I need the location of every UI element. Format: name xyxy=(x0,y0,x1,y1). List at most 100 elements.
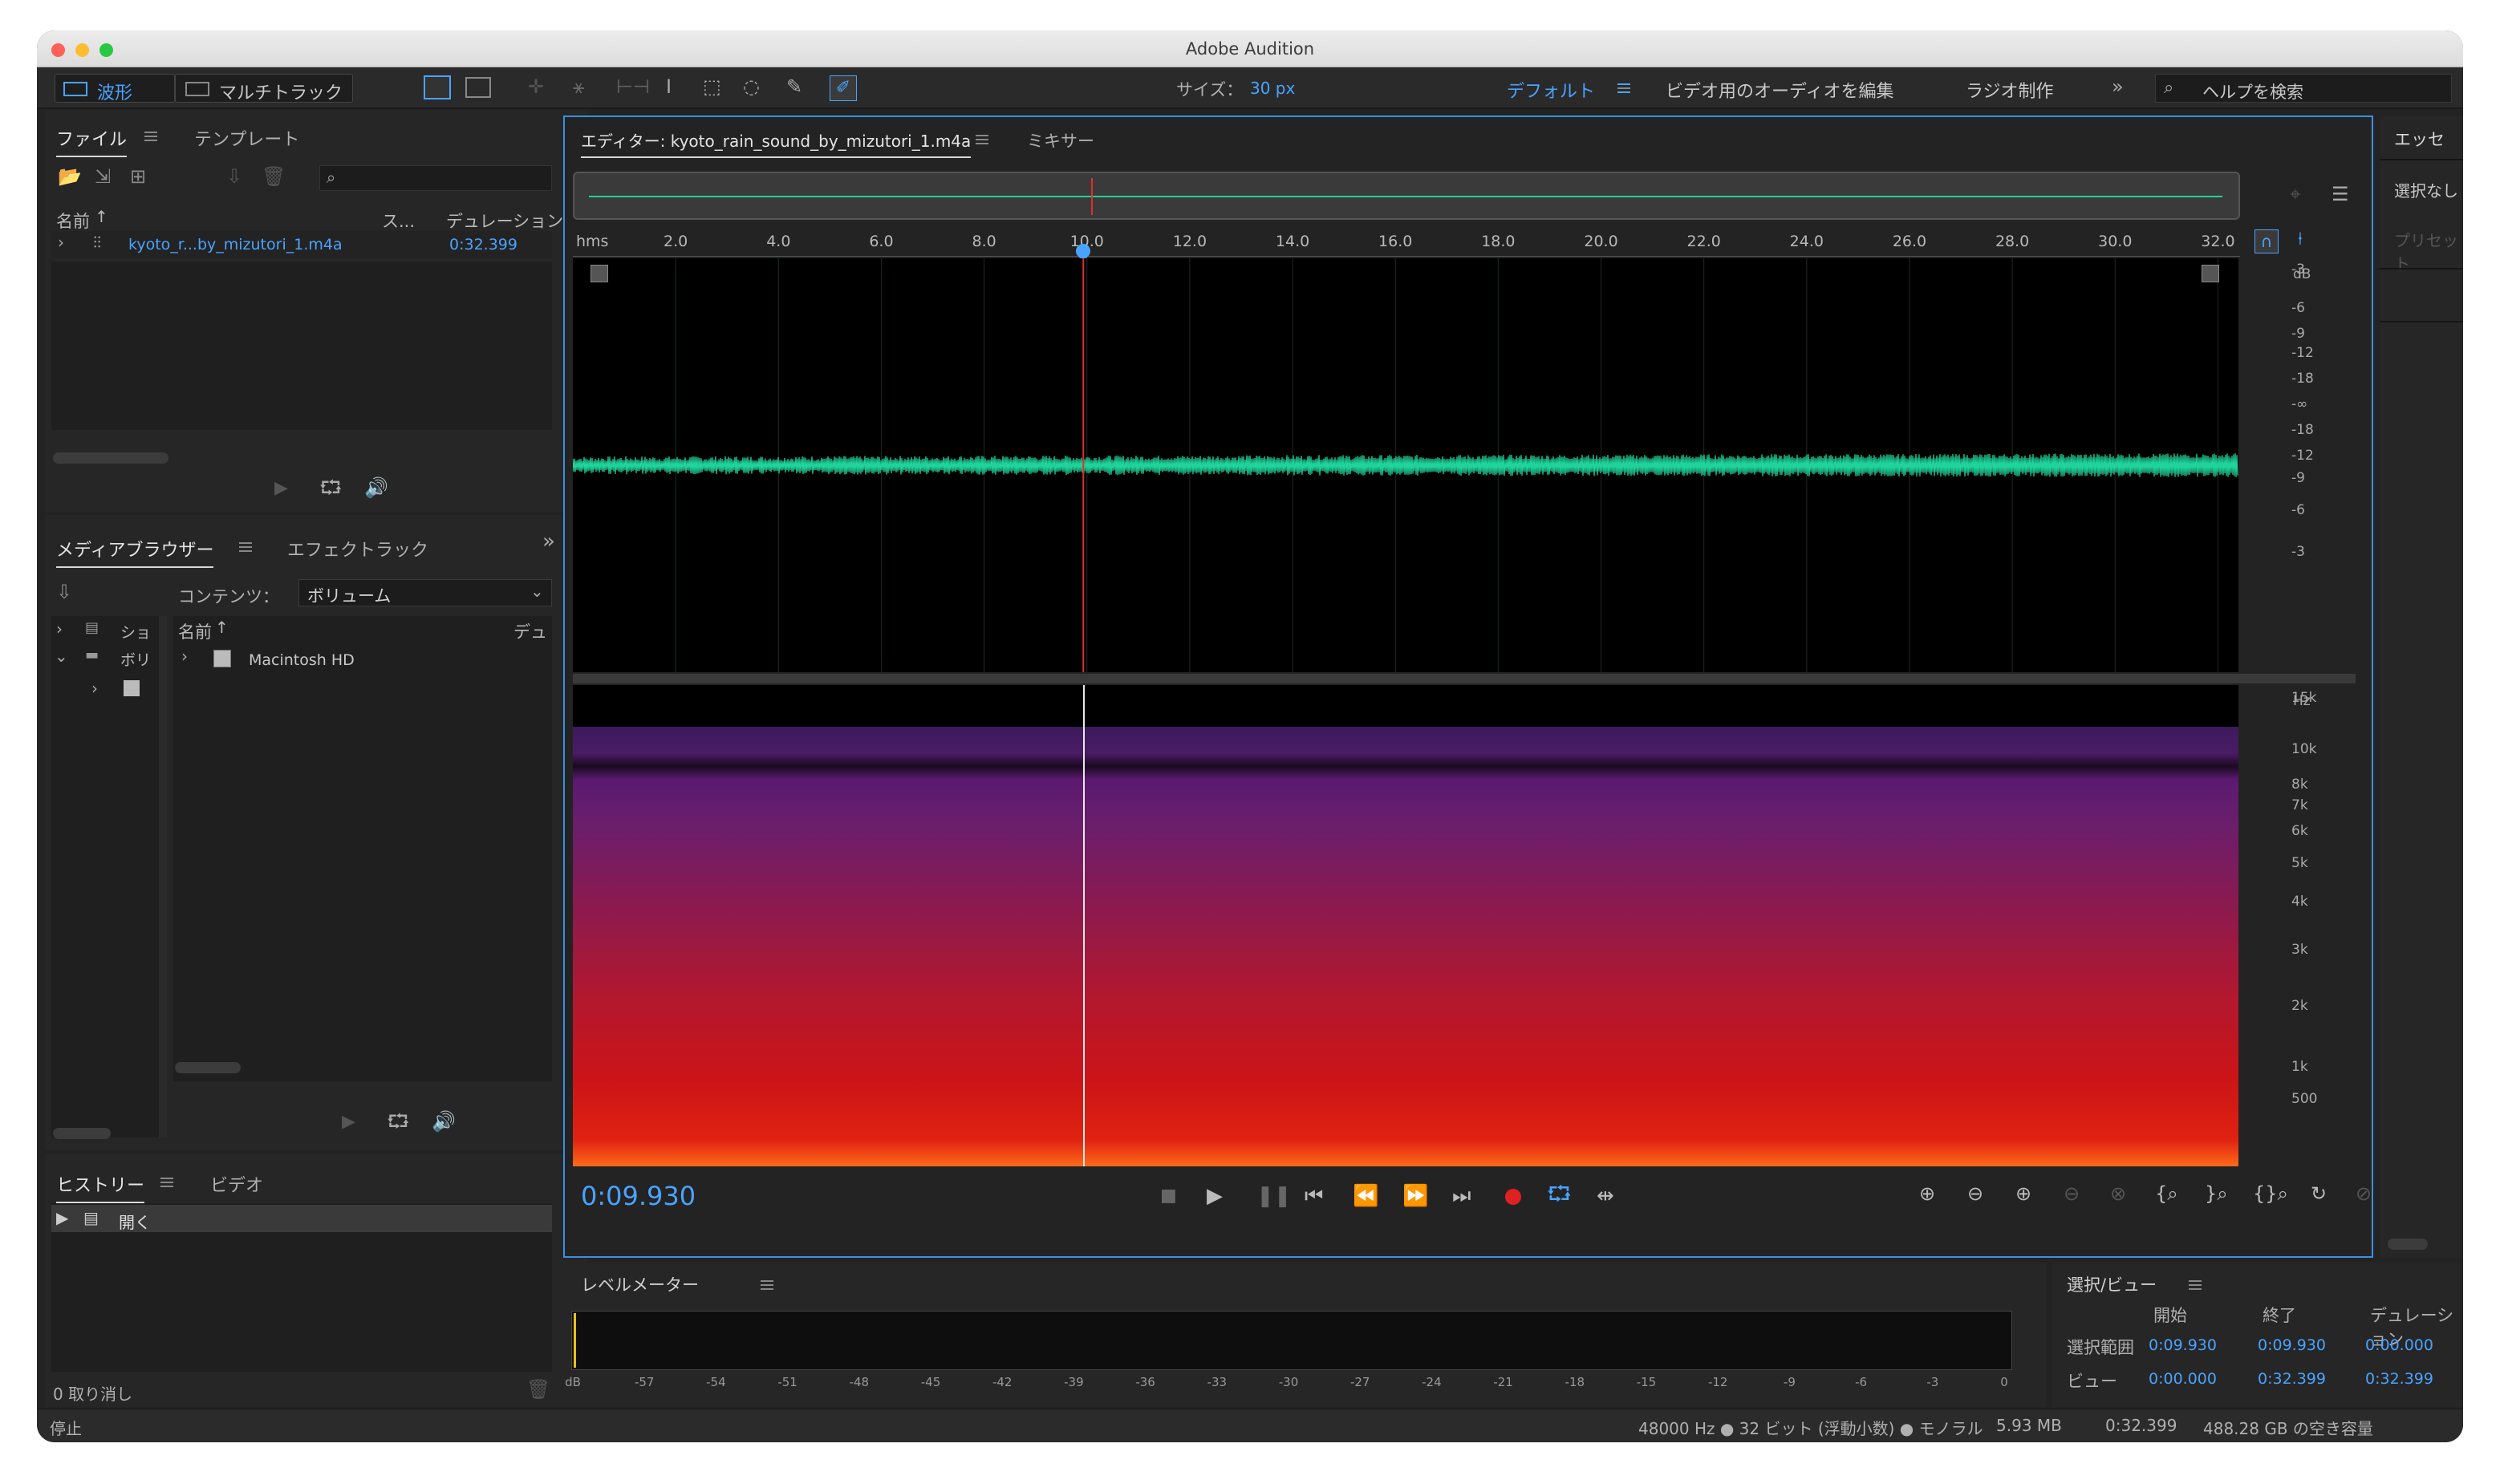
pause-icon[interactable]: ❚❚ xyxy=(1256,1186,1292,1206)
media-loop-icon[interactable]: ⮔ xyxy=(387,1112,409,1131)
preview-loop-icon[interactable]: ⮔ xyxy=(319,478,342,497)
fast-forward-icon[interactable]: ⏩ xyxy=(1402,1186,1428,1206)
insert-icon[interactable]: ⇩ xyxy=(226,167,242,186)
tab-templates[interactable]: テンプレート xyxy=(194,125,299,151)
history-menu-icon[interactable] xyxy=(160,1178,173,1187)
current-time-display[interactable]: 0:09.930 xyxy=(581,1181,696,1211)
files-hscrollbar[interactable] xyxy=(53,452,168,464)
editor-list-icon[interactable]: ☰ xyxy=(2332,184,2349,204)
delete-file-icon[interactable]: 🗑 xyxy=(262,167,286,186)
tree-expand-icon[interactable]: › xyxy=(56,619,63,639)
tab-mixer[interactable]: ミキサー xyxy=(1027,128,1094,152)
media-list-row[interactable]: › Macintosh HD xyxy=(173,645,552,674)
workspace-menu-icon[interactable] xyxy=(1617,83,1630,93)
new-file-icon[interactable]: ⊞ xyxy=(130,167,146,186)
open-file-icon[interactable]: 📂 xyxy=(58,167,82,186)
tab-video[interactable]: ビデオ xyxy=(210,1171,263,1197)
brush-tool-icon[interactable]: ✎ xyxy=(786,77,802,96)
go-to-end-icon[interactable]: ⏭ xyxy=(1452,1186,1471,1206)
preview-autoplay-icon[interactable]: 🔊 xyxy=(364,478,388,497)
selection-view-menu-icon[interactable] xyxy=(2189,1280,2202,1290)
media-row-expand-icon[interactable]: › xyxy=(181,647,188,666)
tab-effects-rack[interactable]: エフェクトラック xyxy=(287,536,428,562)
spectral-splitter[interactable] xyxy=(573,674,2356,683)
view-duration[interactable]: 0:32.399 xyxy=(2365,1370,2433,1388)
move-tool-icon[interactable]: ✛ xyxy=(528,77,544,96)
zoom-out-point-icon[interactable]: }⌕ xyxy=(2205,1184,2228,1203)
level-meter-menu-icon[interactable] xyxy=(761,1280,773,1290)
tree-sub-expand-icon[interactable]: › xyxy=(91,679,98,698)
more-panels-icon[interactable]: » xyxy=(542,529,555,553)
snap-magnet-button[interactable]: ∩ xyxy=(2254,229,2279,253)
history-delete-icon[interactable]: 🗑 xyxy=(526,1380,550,1399)
effects-title[interactable]: エッセ xyxy=(2394,127,2445,151)
multitrack-view-button[interactable]: マルチトラック xyxy=(175,74,353,103)
razor-tool-icon[interactable]: ⚹ xyxy=(573,77,584,96)
overview-navigator[interactable] xyxy=(573,172,2240,220)
waveform-display[interactable] xyxy=(573,258,2238,672)
more-workspaces-icon[interactable]: » xyxy=(2112,75,2124,98)
zoom-out-full-icon[interactable]: ⊖ xyxy=(2064,1184,2080,1203)
rewind-icon[interactable]: ⏪ xyxy=(1353,1186,1378,1206)
effects-scrollbar[interactable] xyxy=(2388,1239,2428,1250)
play-icon[interactable]: ▶ xyxy=(1207,1186,1223,1206)
marker-pin-button[interactable]: ⍿ xyxy=(2288,229,2312,253)
files-search-field[interactable]: ⌕ xyxy=(319,165,552,191)
media-autoplay-icon[interactable]: 🔊 xyxy=(432,1112,456,1131)
media-import-icon[interactable]: ⇩ xyxy=(56,582,72,602)
view-end[interactable]: 0:32.399 xyxy=(2258,1370,2326,1388)
tree-pane-splitter[interactable] xyxy=(159,616,167,1137)
zoom-window-button[interactable] xyxy=(99,43,113,57)
help-search-box[interactable]: ⌕ ヘルプを検索 xyxy=(2155,74,2452,103)
editor-menu-icon[interactable] xyxy=(976,135,988,144)
brush-size-value[interactable]: 30 px xyxy=(1250,79,1295,98)
history-item[interactable]: ▶ ▤ 開く xyxy=(51,1205,552,1232)
close-window-button[interactable] xyxy=(51,43,65,57)
tab-files[interactable]: ファイル xyxy=(56,125,128,157)
zoom-reset-icon[interactable]: ↻ xyxy=(2311,1184,2327,1203)
zoom-in-point-icon[interactable]: {⌕ xyxy=(2155,1184,2178,1203)
tree-collapse-icon[interactable]: ⌄ xyxy=(55,647,68,666)
files-panel-menu-icon[interactable] xyxy=(144,132,157,141)
time-selection-tool-icon[interactable]: I xyxy=(666,77,672,96)
zoom-disabled-icon[interactable]: ⊘ xyxy=(2356,1184,2372,1203)
zoom-in-amplitude-icon[interactable]: ⊕ xyxy=(1919,1184,1935,1203)
file-row[interactable]: › ⫶⫶ kyoto_r...by_mizutori_1.m4a 0:32.39… xyxy=(51,231,552,258)
zoom-out-amplitude-icon[interactable]: ⊖ xyxy=(1967,1184,1983,1203)
zoom-to-fit-icon[interactable]: ⌖ xyxy=(2290,184,2301,204)
zoom-between-icon[interactable]: {}⌕ xyxy=(2253,1184,2288,1203)
go-to-start-icon[interactable]: ⏮ xyxy=(1305,1186,1323,1206)
selection-end[interactable]: 0:09.930 xyxy=(2258,1336,2326,1354)
media-play-icon[interactable]: ▶ xyxy=(342,1113,355,1131)
workspace-default[interactable]: デフォルト xyxy=(1507,77,1595,103)
tab-media-browser[interactable]: メディアブラウザー xyxy=(56,536,214,568)
stop-icon[interactable]: ■ xyxy=(1160,1187,1177,1205)
lasso-tool-icon[interactable]: ◌ xyxy=(743,77,760,96)
spectral-display[interactable] xyxy=(573,685,2238,1166)
tree-hscrollbar[interactable] xyxy=(53,1128,111,1139)
time-ruler[interactable]: hms 2.0 4.0 6.0 8.0 10.0 12.0 14.0 16.0 18.0 20.0… xyxy=(573,228,2240,262)
file-name[interactable]: kyoto_r...by_mizutori_1.m4a xyxy=(128,236,343,253)
col-name[interactable]: 名前 xyxy=(56,209,90,233)
waveform-view-button[interactable]: 波形 xyxy=(55,74,175,103)
media-col-duration[interactable]: デュ xyxy=(513,619,547,643)
import-file-icon[interactable]: ⇲ xyxy=(95,167,111,186)
skip-selection-icon[interactable]: ⇹ xyxy=(1597,1186,1614,1206)
slip-tool-icon[interactable]: ⊢⊣ xyxy=(616,77,650,96)
tree-item-shortcuts[interactable]: ショ xyxy=(120,621,151,643)
workspace-radio[interactable]: ラジオ制作 xyxy=(1966,77,2054,103)
tree-item-volumes[interactable]: ボリ xyxy=(120,648,151,670)
view-start[interactable]: 0:00.000 xyxy=(2149,1370,2217,1388)
col-status[interactable]: ス... xyxy=(382,209,415,233)
tab-history[interactable]: ヒストリー xyxy=(56,1171,145,1203)
workspace-video[interactable]: ビデオ用のオーディオを編集 xyxy=(1666,77,1893,103)
minimize-window-button[interactable] xyxy=(75,43,89,57)
spectral-pitch-toggle[interactable] xyxy=(465,77,491,98)
media-col-name[interactable]: 名前 xyxy=(178,619,212,643)
spot-healing-tool-button[interactable]: ✐ xyxy=(830,75,857,101)
col-duration[interactable]: デュレーション xyxy=(446,209,563,233)
expand-chevron-icon[interactable]: › xyxy=(58,233,64,252)
selection-start[interactable]: 0:09.930 xyxy=(2149,1336,2217,1354)
media-browser-menu-icon[interactable] xyxy=(239,542,252,552)
media-item-hd[interactable]: Macintosh HD xyxy=(249,651,355,669)
